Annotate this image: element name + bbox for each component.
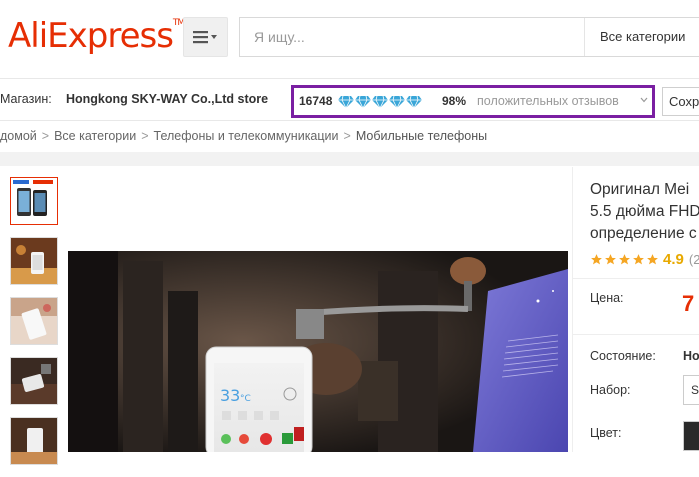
product-title[interactable]: Оригинал Mei 5.5 дюйма FHD определение с xyxy=(590,179,699,245)
phone-clock-text: 33 xyxy=(220,386,240,405)
save-store-button[interactable]: Сохр xyxy=(662,87,699,116)
condition-value: Но xyxy=(683,349,699,363)
product-info-panel: Оригинал Mei 5.5 дюйма FHD определение с… xyxy=(572,167,699,452)
product-thumbnail-image xyxy=(11,418,57,464)
aliexpress-logo[interactable]: AliExpressTM xyxy=(8,16,185,56)
diamond-icon xyxy=(355,95,371,109)
positive-percent: 98% xyxy=(442,94,467,108)
thumbnail-5[interactable] xyxy=(10,417,58,465)
category-menu-button[interactable] xyxy=(183,17,228,57)
breadcrumb-separator: > xyxy=(343,129,351,143)
set-label: Набор: xyxy=(590,383,631,397)
diamond-icon xyxy=(338,95,354,109)
diamond-icon xyxy=(389,95,405,109)
positive-reviews-text: положительных отзывов xyxy=(477,94,619,108)
chevron-down-icon xyxy=(640,97,648,103)
thumbnail-list xyxy=(10,177,58,477)
store-bar: Магазин: Hongkong SKY-WAY Co.,Ltd store … xyxy=(0,78,699,121)
search-input[interactable]: Я ищу... xyxy=(254,18,305,56)
breadcrumb: домой > Все категории > Телефоны и телекомму… xyxy=(0,121,487,151)
set-option-button[interactable]: S xyxy=(683,375,699,405)
header: AliExpressTM Я ищу... Все категории xyxy=(0,0,699,78)
product-title-line: 5.5 дюйма FHD xyxy=(590,203,699,220)
search-category-select[interactable]: Все категории xyxy=(584,18,699,56)
product-photo: 33 °C xyxy=(68,251,568,452)
store-name-link[interactable]: Hongkong SKY-WAY Co.,Ltd store xyxy=(66,79,268,120)
product-title-line: определение с xyxy=(590,225,697,242)
diamond-icon xyxy=(372,95,388,109)
diamond-icon xyxy=(406,95,422,109)
condition-label: Состояние: xyxy=(590,349,656,363)
breadcrumb-home[interactable]: домой xyxy=(0,129,37,143)
product-rating[interactable]: 4.9 (2 xyxy=(590,251,699,268)
logo-text: AliExpress xyxy=(8,16,174,56)
product-thumbnail-image xyxy=(11,238,57,284)
thumbnail-4[interactable] xyxy=(10,357,58,405)
store-score: 16748 xyxy=(299,94,333,108)
divider xyxy=(573,278,699,279)
review-count[interactable]: (2 xyxy=(689,252,699,267)
thumbnail-1[interactable] xyxy=(10,177,58,225)
price-label: Цена: xyxy=(590,291,624,305)
store-rating-box[interactable]: 16748 98% положительных отзывов xyxy=(291,85,655,118)
svg-text:°C: °C xyxy=(240,394,251,404)
color-label: Цвет: xyxy=(590,426,622,440)
search-bar: Я ищу... Все категории xyxy=(239,17,699,57)
main-product-image[interactable]: 33 °C xyxy=(68,251,568,452)
product-title-line: Оригинал Mei xyxy=(590,181,690,198)
star-icon xyxy=(619,254,630,265)
divider xyxy=(573,334,699,335)
breadcrumb-phones-telecom[interactable]: Телефоны и телекоммуникации xyxy=(154,129,339,143)
thumbnail-2[interactable] xyxy=(10,237,58,285)
section-divider xyxy=(0,152,699,166)
star-icon xyxy=(647,254,658,265)
star-icon xyxy=(633,254,644,265)
rating-value: 4.9 xyxy=(663,251,684,268)
product-thumbnail-image xyxy=(11,358,57,404)
breadcrumb-mobile-phones[interactable]: Мобильные телефоны xyxy=(356,129,487,143)
product-thumbnail-image xyxy=(11,178,57,224)
diamond-rating xyxy=(338,95,422,109)
product-thumbnail-image xyxy=(11,298,57,344)
star-icon xyxy=(591,254,602,265)
breadcrumb-separator: > xyxy=(141,129,149,143)
store-label: Магазин: xyxy=(0,92,52,106)
breadcrumb-all-categories[interactable]: Все категории xyxy=(54,129,136,143)
color-option-swatch[interactable] xyxy=(683,421,699,451)
hamburger-icon xyxy=(192,31,217,44)
star-icon xyxy=(605,254,616,265)
thumbnail-3[interactable] xyxy=(10,297,58,345)
price-value: 7 xyxy=(682,291,695,316)
breadcrumb-separator: > xyxy=(41,129,50,143)
